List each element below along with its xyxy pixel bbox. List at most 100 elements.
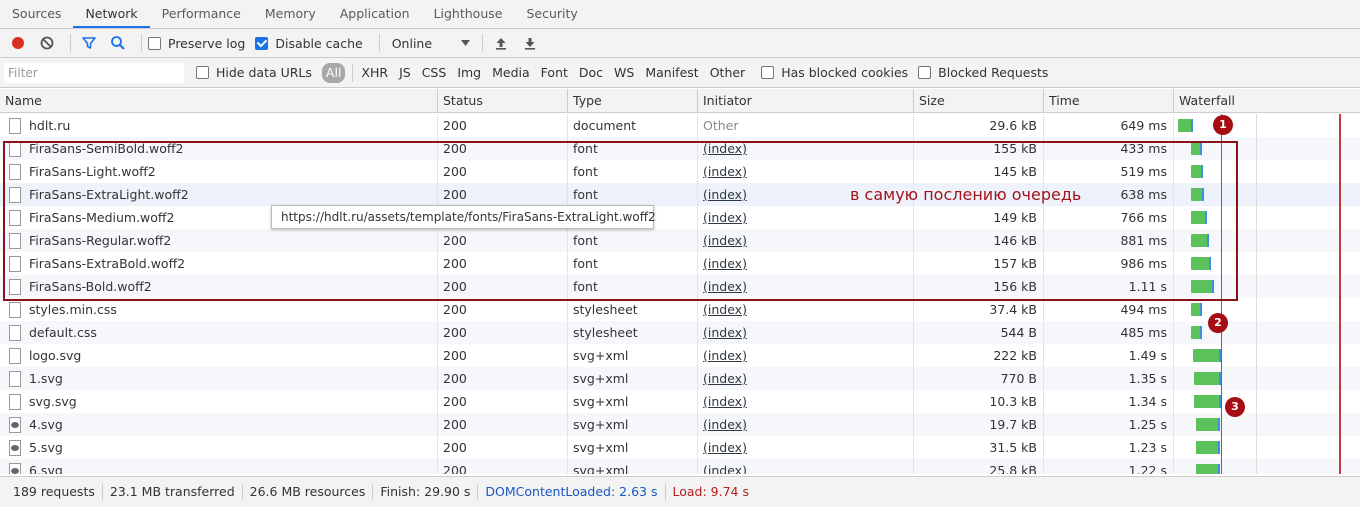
- request-initiator-cell[interactable]: (index): [697, 436, 913, 459]
- request-name-cell[interactable]: logo.svg: [0, 344, 437, 367]
- request-time-cell: 1.49 s: [1043, 344, 1173, 367]
- table-row[interactable]: FiraSans-SemiBold.woff2 200 font (index) 155…: [0, 137, 1360, 160]
- request-name-cell[interactable]: hdlt.ru: [0, 114, 437, 137]
- table-row[interactable]: svg.svg 200 svg+xml (index) 10.3 kB 1.34 s: [0, 390, 1360, 413]
- type-filter-all[interactable]: All: [321, 62, 346, 83]
- request-initiator-cell[interactable]: (index): [697, 390, 913, 413]
- hide-data-urls-box[interactable]: [196, 66, 209, 79]
- disable-cache-checkbox[interactable]: Disable cache: [255, 36, 363, 51]
- tab-memory[interactable]: Memory: [253, 0, 328, 28]
- waterfall-cell: [1173, 367, 1360, 390]
- column-header-status[interactable]: Status: [437, 89, 567, 113]
- request-name-cell[interactable]: FiraSans-Light.woff2: [0, 160, 437, 183]
- tab-application[interactable]: Application: [328, 0, 422, 28]
- column-header-name[interactable]: Name: [0, 89, 437, 113]
- tab-network[interactable]: Network: [73, 0, 150, 28]
- table-row[interactable]: hdlt.ru 200 document Other 29.6 kB 649 ms: [0, 114, 1360, 137]
- blocked-requests-checkbox[interactable]: Blocked Requests: [918, 65, 1048, 80]
- request-initiator-cell[interactable]: (index): [697, 137, 913, 160]
- type-filter-media[interactable]: Media: [488, 63, 534, 83]
- column-header-type[interactable]: Type: [567, 89, 697, 113]
- tab-security[interactable]: Security: [514, 0, 589, 28]
- request-name-cell[interactable]: 5.svg: [0, 436, 437, 459]
- request-size-cell: 770 B: [913, 367, 1043, 390]
- tab-sources[interactable]: Sources: [0, 0, 73, 28]
- type-filter-ws[interactable]: WS: [610, 63, 638, 83]
- record-button[interactable]: [6, 31, 30, 55]
- request-initiator-cell[interactable]: (index): [697, 413, 913, 436]
- type-filter-font[interactable]: Font: [537, 63, 572, 83]
- request-name-cell[interactable]: default.css: [0, 321, 437, 344]
- table-row[interactable]: FiraSans-Bold.woff2 200 font (index) 156 kB 1…: [0, 275, 1360, 298]
- type-filter-doc[interactable]: Doc: [575, 63, 607, 83]
- throttling-select[interactable]: Online: [386, 36, 476, 51]
- request-name-cell[interactable]: FiraSans-Bold.woff2: [0, 275, 437, 298]
- table-row[interactable]: styles.min.css 200 stylesheet (index) 37.4 k…: [0, 298, 1360, 321]
- request-initiator-cell[interactable]: (index): [697, 367, 913, 390]
- type-filter-js[interactable]: JS: [395, 63, 415, 83]
- request-time-cell: 1.22 s: [1043, 459, 1173, 474]
- table-row[interactable]: 1.svg 200 svg+xml (index) 770 B 1.35 s: [0, 367, 1360, 390]
- preserve-log-checkbox[interactable]: Preserve log: [148, 36, 245, 51]
- column-header-initiator[interactable]: Initiator: [697, 89, 913, 113]
- tab-performance[interactable]: Performance: [150, 0, 253, 28]
- column-header-waterfall[interactable]: Waterfall: [1173, 89, 1360, 113]
- request-size-cell: 157 kB: [913, 252, 1043, 275]
- table-row[interactable]: FiraSans-Regular.woff2 200 font (index) 146 …: [0, 229, 1360, 252]
- table-row[interactable]: 6.svg 200 svg+xml (index) 25.8 kB 1.22 s: [0, 459, 1360, 474]
- request-name-cell[interactable]: 1.svg: [0, 367, 437, 390]
- request-name-cell[interactable]: 6.svg: [0, 459, 437, 474]
- request-name-cell[interactable]: svg.svg: [0, 390, 437, 413]
- type-filter-img[interactable]: Img: [453, 63, 485, 83]
- request-initiator-cell[interactable]: (index): [697, 275, 913, 298]
- filter-input[interactable]: [4, 62, 184, 83]
- request-initiator-cell[interactable]: (index): [697, 321, 913, 344]
- request-initiator-cell[interactable]: (index): [697, 229, 913, 252]
- waterfall-bar: [1196, 418, 1220, 431]
- tab-lighthouse[interactable]: Lighthouse: [422, 0, 515, 28]
- request-initiator-cell[interactable]: (index): [697, 298, 913, 321]
- clear-button[interactable]: [35, 31, 59, 55]
- table-row[interactable]: 4.svg 200 svg+xml (index) 19.7 kB 1.25 s: [0, 413, 1360, 436]
- request-initiator-cell[interactable]: (index): [697, 252, 913, 275]
- request-type-cell: stylesheet: [567, 321, 697, 344]
- filter-toggle-button[interactable]: [77, 31, 101, 55]
- table-row[interactable]: 5.svg 200 svg+xml (index) 31.5 kB 1.23 s: [0, 436, 1360, 459]
- request-status-cell: 200: [437, 114, 567, 137]
- type-filter-manifest[interactable]: Manifest: [641, 63, 702, 83]
- table-row[interactable]: FiraSans-Medium.woff2 (index) 149 kB 766 ms: [0, 206, 1360, 229]
- preserve-log-box[interactable]: [148, 36, 161, 50]
- disable-cache-box[interactable]: [255, 36, 269, 50]
- import-har-button[interactable]: [489, 31, 513, 55]
- type-filter-other[interactable]: Other: [706, 63, 750, 83]
- request-initiator-cell[interactable]: (index): [697, 206, 913, 229]
- blocked-requests-box[interactable]: [918, 66, 932, 79]
- table-row[interactable]: FiraSans-ExtraBold.woff2 200 font (index) 15…: [0, 252, 1360, 275]
- has-blocked-cookies-checkbox[interactable]: Has blocked cookies: [761, 65, 908, 80]
- summary-transferred: 23.1 MB transferred: [103, 484, 243, 500]
- table-row[interactable]: FiraSans-ExtraLight.woff2 200 font (index) 6…: [0, 183, 1360, 206]
- search-button[interactable]: [106, 31, 130, 55]
- column-header-time[interactable]: Time: [1043, 89, 1173, 113]
- request-name-cell[interactable]: styles.min.css: [0, 298, 437, 321]
- table-row[interactable]: logo.svg 200 svg+xml (index) 222 kB 1.49 s: [0, 344, 1360, 367]
- column-header-size[interactable]: Size: [913, 89, 1043, 113]
- request-name-cell[interactable]: FiraSans-ExtraLight.woff2: [0, 183, 437, 206]
- waterfall-cell: [1173, 298, 1360, 321]
- request-name-cell[interactable]: 4.svg: [0, 413, 437, 436]
- hide-data-urls-checkbox[interactable]: Hide data URLs: [196, 65, 312, 80]
- request-name-cell[interactable]: FiraSans-ExtraBold.woff2: [0, 252, 437, 275]
- clear-icon: [40, 36, 54, 50]
- has-blocked-cookies-box[interactable]: [761, 66, 775, 79]
- table-row[interactable]: FiraSans-Light.woff2 200 font (index) 145 kB…: [0, 160, 1360, 183]
- waterfall-bar: [1191, 165, 1204, 178]
- type-filter-css[interactable]: CSS: [418, 63, 451, 83]
- request-name-cell[interactable]: FiraSans-SemiBold.woff2: [0, 137, 437, 160]
- request-initiator-cell[interactable]: (index): [697, 160, 913, 183]
- request-initiator-cell[interactable]: (index): [697, 459, 913, 474]
- request-initiator-cell[interactable]: (index): [697, 344, 913, 367]
- table-row[interactable]: default.css 200 stylesheet (index) 544 B 485 …: [0, 321, 1360, 344]
- export-har-button[interactable]: [518, 31, 542, 55]
- request-name-cell[interactable]: FiraSans-Regular.woff2: [0, 229, 437, 252]
- type-filter-xhr[interactable]: XHR: [357, 63, 392, 83]
